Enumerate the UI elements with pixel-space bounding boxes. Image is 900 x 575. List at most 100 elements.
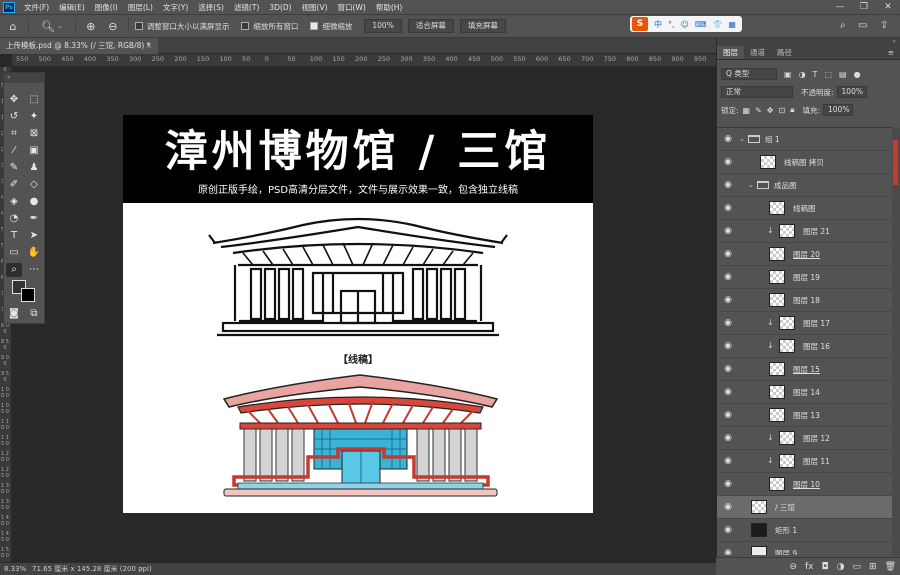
- lock-pixels-icon[interactable]: ✎: [755, 106, 762, 115]
- new-adjustment-icon[interactable]: ◑: [837, 562, 845, 572]
- layers-scrollbar[interactable]: [892, 128, 900, 556]
- link-layers-icon[interactable]: ⊖: [789, 562, 797, 572]
- blend-mode-select[interactable]: 正常: [721, 86, 793, 98]
- pen-tool-icon[interactable]: ✒: [26, 212, 42, 226]
- stamp-tool-icon[interactable]: ♟: [26, 161, 42, 175]
- filter-kind-select[interactable]: Q 类型: [721, 68, 777, 80]
- layer-row[interactable]: ◉ 图层 15: [717, 358, 893, 381]
- frame-tool-icon[interactable]: ⊠: [26, 127, 42, 141]
- layer-row[interactable]: ◉ ↓ 图层 12: [717, 427, 893, 450]
- type-tool-icon[interactable]: T: [6, 229, 22, 243]
- menu-view[interactable]: 视图(V): [297, 2, 333, 13]
- lock-artboard-icon[interactable]: ⊡: [779, 106, 786, 115]
- layer-row[interactable]: ◉ 图层 13: [717, 404, 893, 427]
- layer-row[interactable]: ◉ 线稿图: [717, 197, 893, 220]
- resize-windows-checkbox[interactable]: [134, 22, 143, 30]
- menu-file[interactable]: 文件(F): [19, 2, 54, 13]
- menu-select[interactable]: 选择(S): [193, 2, 229, 13]
- close-button[interactable]: ✕: [876, 0, 900, 14]
- visibility-eye-icon[interactable]: ◉: [723, 180, 733, 190]
- fill-screen-button[interactable]: 填充屏幕: [459, 19, 506, 33]
- layer-row[interactable]: ◉ 图层 19: [717, 266, 893, 289]
- close-tab-icon[interactable]: ×: [146, 38, 152, 54]
- new-layer-icon[interactable]: ⊞: [869, 562, 877, 572]
- ime-toolbox-icon[interactable]: ▦: [728, 20, 736, 29]
- spot-heal-tool-icon[interactable]: ▣: [26, 144, 42, 158]
- filter-type-icon[interactable]: T: [813, 70, 818, 79]
- menu-3d[interactable]: 3D(D): [264, 3, 296, 12]
- visibility-eye-icon[interactable]: ◉: [723, 410, 733, 420]
- visibility-eye-icon[interactable]: ◉: [723, 502, 733, 512]
- history-brush-tool-icon[interactable]: ✐: [6, 178, 22, 192]
- menu-image[interactable]: 图像(I): [90, 2, 123, 13]
- visibility-eye-icon[interactable]: ◉: [723, 525, 733, 535]
- zoom-out-icon[interactable]: ⊖: [104, 17, 122, 35]
- more-tools-icon[interactable]: ⋯: [26, 263, 42, 277]
- visibility-eye-icon[interactable]: ◉: [723, 272, 733, 282]
- layer-row[interactable]: ◉ ⌄ 组 1: [717, 128, 893, 151]
- filter-shape-icon[interactable]: ⬚: [824, 70, 832, 79]
- visibility-eye-icon[interactable]: ◉: [723, 318, 733, 328]
- toolbox-header[interactable]: «: [4, 73, 44, 83]
- background-color-swatch[interactable]: [21, 288, 35, 302]
- marquee-tool-icon[interactable]: ⬚: [26, 93, 42, 107]
- layer-row[interactable]: ◉ ↓ 图层 11: [717, 450, 893, 473]
- menu-window[interactable]: 窗口(W): [333, 2, 371, 13]
- menu-help[interactable]: 帮助(H): [371, 2, 408, 13]
- menu-layer[interactable]: 图层(L): [123, 2, 158, 13]
- visibility-eye-icon[interactable]: ◉: [723, 341, 733, 351]
- opacity-input[interactable]: 100%: [836, 86, 867, 98]
- ime-punctuation-icon[interactable]: °,: [668, 20, 675, 29]
- home-icon[interactable]: ⌂: [4, 17, 22, 35]
- lock-position-icon[interactable]: ✥: [767, 106, 774, 115]
- visibility-eye-icon[interactable]: ◉: [723, 479, 733, 489]
- delete-layer-icon[interactable]: 🗑: [885, 562, 896, 572]
- add-style-icon[interactable]: fx: [805, 562, 814, 572]
- layer-row[interactable]: ◉ / 三馆: [717, 496, 893, 519]
- filter-pixel-icon[interactable]: ▣: [784, 70, 792, 79]
- visibility-eye-icon[interactable]: ◉: [723, 134, 733, 144]
- visibility-eye-icon[interactable]: ◉: [723, 203, 733, 213]
- panel-menu-icon[interactable]: ≡: [882, 46, 900, 59]
- ime-keyboard-icon[interactable]: ⌨: [695, 20, 707, 29]
- layer-row[interactable]: ◉ ↓ 图层 16: [717, 335, 893, 358]
- share-icon[interactable]: ⇪: [880, 20, 888, 31]
- path-select-tool-icon[interactable]: ➤: [26, 229, 42, 243]
- tab-channels[interactable]: 通道: [744, 46, 771, 59]
- eraser-tool-icon[interactable]: ◇: [26, 178, 42, 192]
- lock-all-icon[interactable]: 🔒︎: [790, 105, 794, 115]
- layer-row[interactable]: ◉ ↓ 图层 17: [717, 312, 893, 335]
- hand-tool-icon[interactable]: ✋: [26, 246, 42, 260]
- visibility-eye-icon[interactable]: ◉: [723, 157, 733, 167]
- horizontal-ruler[interactable]: 550 500 450 400 350 300 250 200 150 100 50 0 50 100 15…: [12, 54, 716, 67]
- layer-row[interactable]: ◉ 图层 9: [717, 542, 893, 555]
- new-group-icon[interactable]: ▭: [853, 562, 862, 572]
- move-tool-icon[interactable]: ✥: [6, 93, 22, 107]
- visibility-eye-icon[interactable]: ◉: [723, 295, 733, 305]
- expand-chevron-icon[interactable]: ⌄: [748, 174, 754, 197]
- visibility-eye-icon[interactable]: ◉: [723, 249, 733, 259]
- layer-row[interactable]: ◉ 图层 10: [717, 473, 893, 496]
- layer-row[interactable]: ◉ 图层 14: [717, 381, 893, 404]
- filter-adjustment-icon[interactable]: ◑: [799, 70, 806, 79]
- menu-type[interactable]: 文字(Y): [158, 2, 193, 13]
- ime-emoji-icon[interactable]: ☺: [681, 20, 689, 29]
- dodge-tool-icon[interactable]: ◔: [6, 212, 22, 226]
- scrubby-zoom-option[interactable]: 细微缩放: [310, 21, 352, 32]
- layer-row[interactable]: ◉ 图层 20: [717, 243, 893, 266]
- fit-screen-button[interactable]: 适合屏幕: [407, 19, 454, 33]
- zoom-tool-icon[interactable]: 🔍︎: [39, 17, 57, 35]
- minimize-button[interactable]: —: [828, 0, 852, 14]
- layer-row[interactable]: ◉ 线稿图 拷贝: [717, 151, 893, 174]
- blur-tool-icon[interactable]: ●: [26, 195, 42, 209]
- layer-row[interactable]: ◉ ⌄ 成品图: [717, 174, 893, 197]
- tab-layers[interactable]: 图层: [717, 46, 744, 59]
- document-tab[interactable]: 上传模板.psd @ 8.33% (/ 三馆, RGB/8) * ×: [0, 38, 158, 54]
- zoom-level-readout[interactable]: 8.33%: [4, 563, 26, 575]
- scrubby-zoom-checkbox[interactable]: [310, 22, 319, 30]
- lasso-tool-icon[interactable]: ↺: [6, 110, 22, 124]
- tab-paths[interactable]: 路径: [771, 46, 798, 59]
- status-arrow-icon[interactable]: ›: [140, 563, 143, 575]
- document-canvas[interactable]: 漳州博物馆 / 三馆 原创正版手绘，PSD高清分层文件，文件与展示效果一致，包含…: [123, 115, 593, 513]
- panel-collapse-strip[interactable]: »: [717, 38, 900, 46]
